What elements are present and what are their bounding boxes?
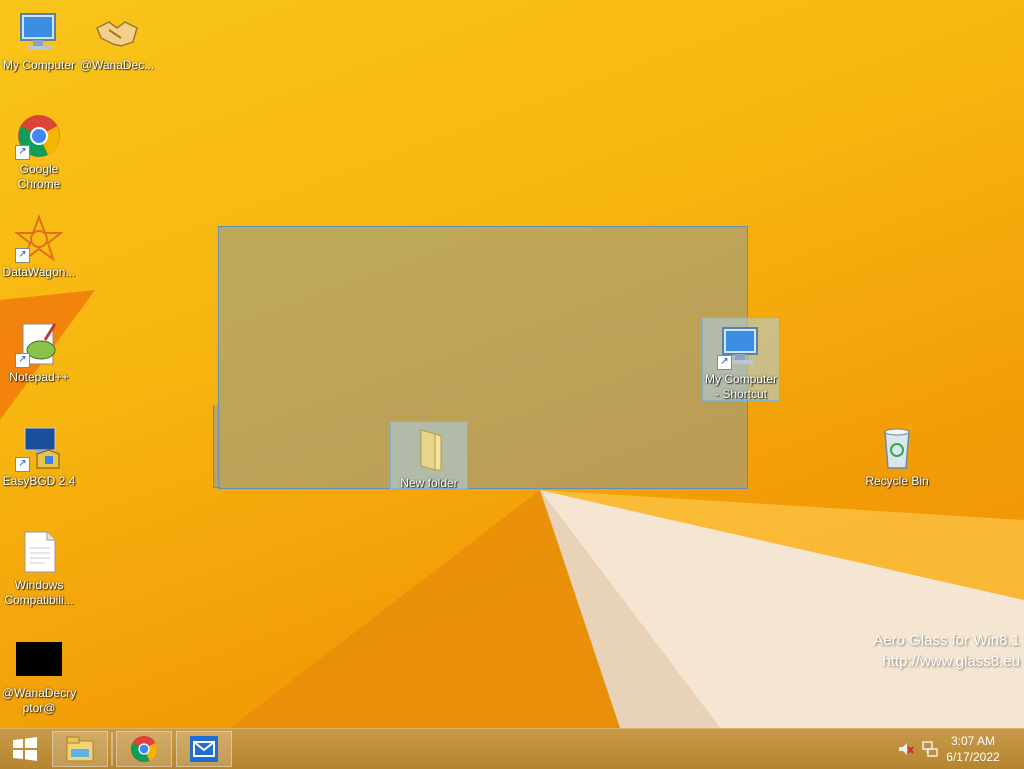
recycle-bin-icon [873,424,921,472]
desktop-icon-wanadecryptor[interactable]: @WanaDecryptor@ [0,636,78,716]
icon-label: EasyBGD 2.4 [2,474,76,488]
black-window-icon [15,636,63,684]
windows-logo-icon [13,737,37,761]
icon-label: New folder [400,476,458,490]
chrome-icon [130,735,158,763]
computer-icon: ↗ [717,322,765,370]
datawagon-icon: ↗ [14,214,64,263]
taskbar-mail[interactable] [176,731,232,767]
shortcut-arrow-icon: ↗ [717,355,732,370]
desktop[interactable]: My Computer @WanaDec... ↗ Google Chrome … [0,0,1024,728]
taskbar: 3:07 AM 6/17/2022 [0,728,1024,769]
icon-label: @WanaDec... [79,58,155,72]
mail-icon [190,736,218,762]
handshake-icon [93,8,141,56]
file-explorer-icon [66,736,94,762]
shortcut-arrow-icon: ↗ [15,457,30,472]
chrome-icon: ↗ [15,112,63,160]
desktop-icon-my-computer-shortcut[interactable]: ↗ My Computer - Shortcut [702,317,780,401]
network-icon[interactable] [922,741,938,757]
clock-date: 6/17/2022 [946,750,1000,764]
system-clock[interactable]: 3:07 AM 6/17/2022 [938,733,1008,765]
icon-label: DataWagon... [2,265,76,279]
watermark-line-1: Aero Glass for Win8.1 [873,632,1020,649]
easybgd-icon: ↗ [15,424,63,472]
shortcut-arrow-icon: ↗ [15,145,30,160]
icon-label: My Computer - Shortcut [704,372,778,401]
taskbar-file-explorer[interactable] [52,731,108,767]
computer-icon [15,8,63,56]
shortcut-arrow-icon: ↗ [15,353,30,368]
clock-time: 3:07 AM [950,734,996,748]
icon-label: Google Chrome [17,162,61,191]
desktop-icon-notepadpp[interactable]: ↗ Notepad++ [0,320,78,385]
desktop-icon-windows-compatibility[interactable]: Windows Compatibili... [0,528,78,608]
start-button[interactable] [0,731,50,767]
desktop-icon-my-computer[interactable]: My Computer [0,8,78,73]
icon-label: Windows Compatibili... [4,578,74,607]
desktop-icon-new-folder[interactable]: New folder [390,421,468,490]
speaker-muted-icon[interactable] [898,741,914,757]
notepadpp-icon: ↗ [15,320,63,368]
desktop-icon-wanadec[interactable]: @WanaDec... [78,8,156,73]
shortcut-arrow-icon: ↗ [15,248,30,263]
taskbar-separator [110,731,114,767]
folder-icon [405,426,453,474]
desktop-icon-recycle-bin[interactable]: Recycle Bin [858,424,936,489]
icon-label: My Computer [2,58,76,72]
selection-rectangle-edge [213,405,220,488]
selection-rectangle [218,226,748,489]
aero-glass-watermark: Aero Glass for Win8.1 http://www.glass8.… [873,630,1020,672]
desktop-icon-google-chrome[interactable]: ↗ Google Chrome [0,112,78,192]
watermark-line-2: http://www.glass8.eu [882,653,1020,670]
desktop-icon-datawagon[interactable]: ↗ DataWagon... [0,214,78,280]
icon-label: Recycle Bin [865,474,929,488]
icon-label: Notepad++ [9,370,69,384]
icon-label: @WanaDecryptor@ [1,686,77,715]
taskbar-chrome[interactable] [116,731,172,767]
document-icon [15,528,63,576]
desktop-icon-easybgd[interactable]: ↗ EasyBGD 2.4 [0,424,78,489]
